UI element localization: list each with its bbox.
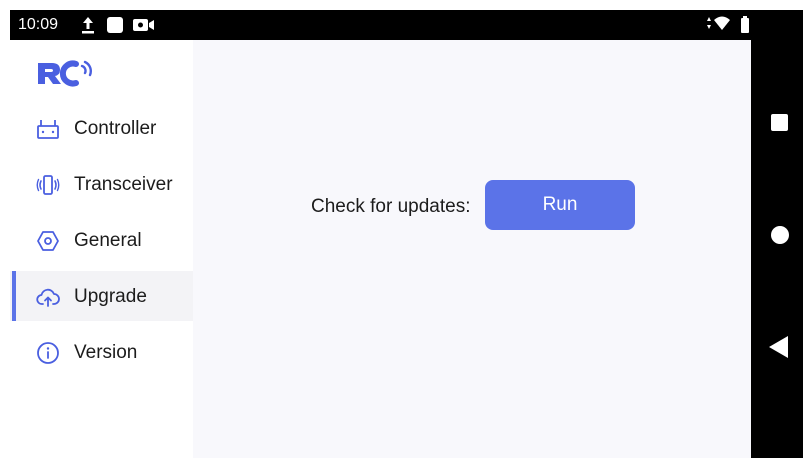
cloud-upload-icon <box>36 288 60 307</box>
device-screen: 10:09 Controller Transceiver General Upg… <box>0 0 803 458</box>
sidebar-item-label: Controller <box>74 118 157 139</box>
transceiver-icon <box>36 175 60 195</box>
square-notification-icon <box>107 17 123 33</box>
navigation-bar <box>751 10 803 458</box>
app-window: Controller Transceiver General Upgrade V… <box>10 40 751 458</box>
sidebar-item-transceiver[interactable]: Transceiver <box>10 159 193 209</box>
upgrade-panel: Check for updates: Run <box>193 40 751 458</box>
home-button[interactable] <box>771 226 789 244</box>
status-right-icons <box>707 16 749 33</box>
wifi-icon <box>714 16 730 30</box>
check-updates-label: Check for updates: <box>311 196 471 217</box>
rc-logo-icon <box>38 60 92 87</box>
info-icon <box>37 342 59 364</box>
battery-icon <box>741 16 749 33</box>
video-camera-icon <box>133 19 154 31</box>
sidebar: Controller Transceiver General Upgrade V… <box>10 40 193 458</box>
upload-icon <box>82 17 94 34</box>
controller-icon <box>37 120 59 139</box>
hexagon-gear-icon <box>37 231 59 251</box>
run-button[interactable]: Run <box>485 180 635 230</box>
sidebar-item-controller[interactable]: Controller <box>10 103 193 153</box>
sidebar-item-version[interactable]: Version <box>10 327 193 377</box>
sidebar-item-label: Version <box>74 342 138 363</box>
sidebar-item-label: Transceiver <box>74 174 173 195</box>
status-time: 10:09 <box>18 16 59 33</box>
back-button[interactable] <box>769 336 788 358</box>
sidebar-item-upgrade[interactable]: Upgrade <box>10 271 193 321</box>
sidebar-item-label: Upgrade <box>74 286 147 307</box>
recents-button[interactable] <box>771 114 788 131</box>
status-bar: 10:09 <box>10 10 751 40</box>
sidebar-item-general[interactable]: General <box>10 215 193 265</box>
data-arrows-icon <box>707 17 711 29</box>
sidebar-item-label: General <box>74 230 142 251</box>
